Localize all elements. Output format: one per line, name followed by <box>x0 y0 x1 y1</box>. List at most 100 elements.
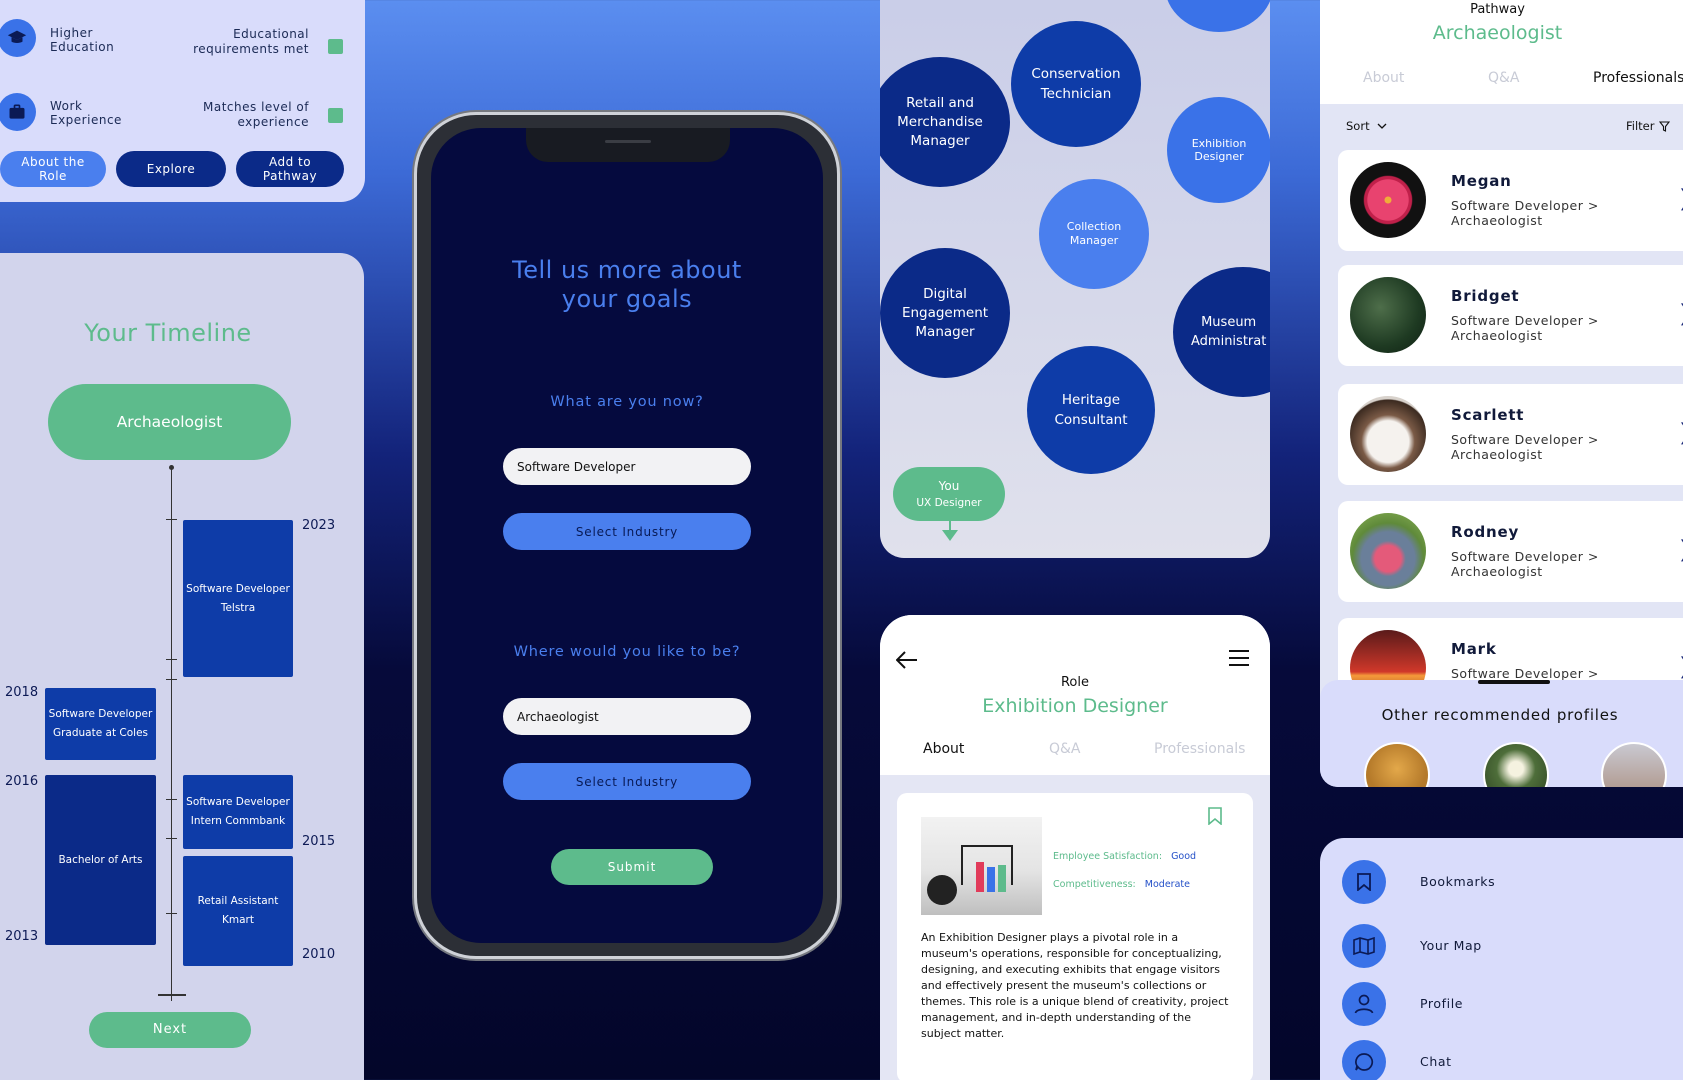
phone-screen: Tell us more about your goals What are y… <box>431 128 823 943</box>
chevron-right-icon[interactable]: ❯ <box>1678 654 1683 679</box>
tab-qa[interactable]: Q&A <box>1049 741 1081 757</box>
recommended-panel: Other recommended profiles <box>1320 680 1683 787</box>
goal-pill[interactable]: Archaeologist <box>48 384 291 460</box>
graduation-cap-icon <box>0 19 36 57</box>
user-icon <box>1342 982 1386 1026</box>
requirement-label: Higher Education <box>50 26 115 54</box>
navigation-menu: Bookmarks Your Map Profile Chat <box>1320 838 1683 1080</box>
profile-card[interactable]: Megan Software Developer > Archaeologist… <box>1338 150 1683 251</box>
menu-icon[interactable] <box>1229 650 1249 670</box>
role-kicker: Role <box>1060 675 1089 690</box>
target-role-input[interactable]: Archaeologist <box>503 698 751 735</box>
next-button[interactable]: Next <box>89 1012 251 1048</box>
role-title: Exhibition Designer <box>982 695 1168 717</box>
requirements-card: Higher Education Educational requirement… <box>0 0 365 202</box>
career-bubble[interactable]: Retail and Merchandise Manager <box>880 57 1010 187</box>
target-question: Where would you like to be? <box>513 644 741 660</box>
timeline-entry[interactable]: Bachelor of Arts <box>45 775 156 945</box>
competitiveness-row: Competitiveness: Moderate <box>1053 879 1190 890</box>
career-bubble[interactable]: Exhibition Designer <box>1167 97 1270 203</box>
requirement-status: Matches level of experience <box>203 100 309 129</box>
phone-notch <box>526 128 730 162</box>
timeline-entry[interactable]: Software Developer Intern Commbank <box>183 775 293 849</box>
timeline-entry[interactable]: Software Developer Graduate at Coles <box>45 688 156 760</box>
role-description: An Exhibition Designer plays a pivotal r… <box>921 931 1229 1040</box>
submit-button[interactable]: Submit <box>551 849 713 885</box>
tab-about[interactable]: About <box>923 741 964 757</box>
chevron-right-icon[interactable]: ❯ <box>1678 537 1683 562</box>
menu-item-bookmarks[interactable]: Bookmarks <box>1342 860 1642 904</box>
career-bubble[interactable] <box>1165 0 1270 32</box>
requirement-check <box>328 108 343 123</box>
map-icon <box>1342 924 1386 968</box>
timeline-card: Your Timeline Archaeologist Software Dev… <box>0 253 364 1080</box>
career-bubble[interactable]: Museum Administrat <box>1173 267 1270 397</box>
career-map-card: Retail and Merchandise Manager Conservat… <box>880 0 1270 558</box>
requirement-check <box>328 39 343 54</box>
phone-mockup: Tell us more about your goals What are y… <box>414 112 840 959</box>
sort-control[interactable]: Sort <box>1346 119 1387 133</box>
timeline-year: 2023 <box>302 518 336 533</box>
timeline-year: 2016 <box>5 774 39 789</box>
avatar[interactable] <box>1601 742 1667 787</box>
timeline-title: Your Timeline <box>84 319 252 347</box>
menu-item-your-map[interactable]: Your Map <box>1342 924 1642 968</box>
avatar <box>1350 513 1426 589</box>
avatar <box>1350 162 1426 238</box>
pathway-card: Pathway Archaeologist About Q&A Professi… <box>1320 0 1683 787</box>
tab-qa[interactable]: Q&A <box>1488 70 1520 86</box>
chevron-right-icon[interactable]: ❯ <box>1678 301 1683 326</box>
timeline-axis-base <box>158 994 186 996</box>
other-profiles-title: Other recommended profiles <box>1381 706 1619 724</box>
career-bubble[interactable]: Conservation Technician <box>1011 21 1141 147</box>
chevron-right-icon[interactable]: ❯ <box>1678 420 1683 445</box>
timeline-year: 2013 <box>5 929 39 944</box>
requirement-row: Work Experience Matches level of experie… <box>0 90 365 150</box>
add-to-pathway-button[interactable]: Add to Pathway <box>236 151 344 187</box>
tab-professionals[interactable]: Professionals <box>1593 70 1683 86</box>
timeline-year: 2018 <box>5 685 39 700</box>
requirement-status: Educational requirements met <box>193 27 309 56</box>
role-card: Role Exhibition Designer About Q&A Profe… <box>880 615 1270 1080</box>
avatar <box>1350 277 1426 353</box>
you-marker[interactable]: You UX Designer <box>893 467 1005 521</box>
chat-icon <box>1342 1040 1386 1080</box>
profile-card[interactable]: Scarlett Software Developer > Archaeolog… <box>1338 384 1683 485</box>
bookmark-icon[interactable] <box>1208 807 1222 829</box>
select-industry-button[interactable]: Select Industry <box>503 513 751 550</box>
requirement-row: Higher Education Educational requirement… <box>0 16 365 76</box>
career-bubble[interactable]: Collection Manager <box>1039 179 1149 289</box>
profile-card[interactable]: Bridget Software Developer > Archaeologi… <box>1338 265 1683 366</box>
explore-button[interactable]: Explore <box>116 151 226 187</box>
requirement-label: Work Experience <box>50 99 122 127</box>
satisfaction-row: Employee Satisfaction: Good <box>1053 851 1197 862</box>
about-role-button[interactable]: About the Role <box>0 151 106 187</box>
timeline-axis <box>171 468 172 1001</box>
avatar[interactable] <box>1483 742 1549 787</box>
exhibition-image <box>921 817 1042 915</box>
current-role-input[interactable]: Software Developer <box>503 448 751 485</box>
chevron-right-icon[interactable]: ❯ <box>1678 186 1683 211</box>
menu-item-chat[interactable]: Chat <box>1342 1040 1642 1080</box>
career-bubble[interactable]: Heritage Consultant <box>1027 346 1155 474</box>
tab-professionals[interactable]: Professionals <box>1154 741 1245 757</box>
back-arrow-icon[interactable] <box>895 647 918 675</box>
briefcase-icon <box>0 93 36 131</box>
avatar[interactable] <box>1364 742 1430 787</box>
timeline-year: 2010 <box>302 947 336 962</box>
timeline-entry[interactable]: Software Developer Telstra <box>183 520 293 677</box>
you-pointer <box>942 530 958 541</box>
career-bubble[interactable]: Digital Engagement Manager <box>880 248 1010 378</box>
timeline-year: 2015 <box>302 834 336 849</box>
pathway-kicker: Pathway <box>1470 2 1525 17</box>
timeline-entry[interactable]: Retail Assistant Kmart <box>183 856 293 966</box>
drag-handle[interactable] <box>1478 680 1550 684</box>
filter-control[interactable]: Filter <box>1626 119 1671 133</box>
filter-icon <box>1659 120 1671 132</box>
tab-about[interactable]: About <box>1363 70 1404 86</box>
menu-item-profile[interactable]: Profile <box>1342 982 1642 1026</box>
profile-card[interactable]: Rodney Software Developer > Archaeologis… <box>1338 501 1683 602</box>
pathway-title: Archaeologist <box>1432 22 1563 44</box>
timeline-axis-dot <box>169 465 174 470</box>
select-industry-button[interactable]: Select Industry <box>503 763 751 800</box>
